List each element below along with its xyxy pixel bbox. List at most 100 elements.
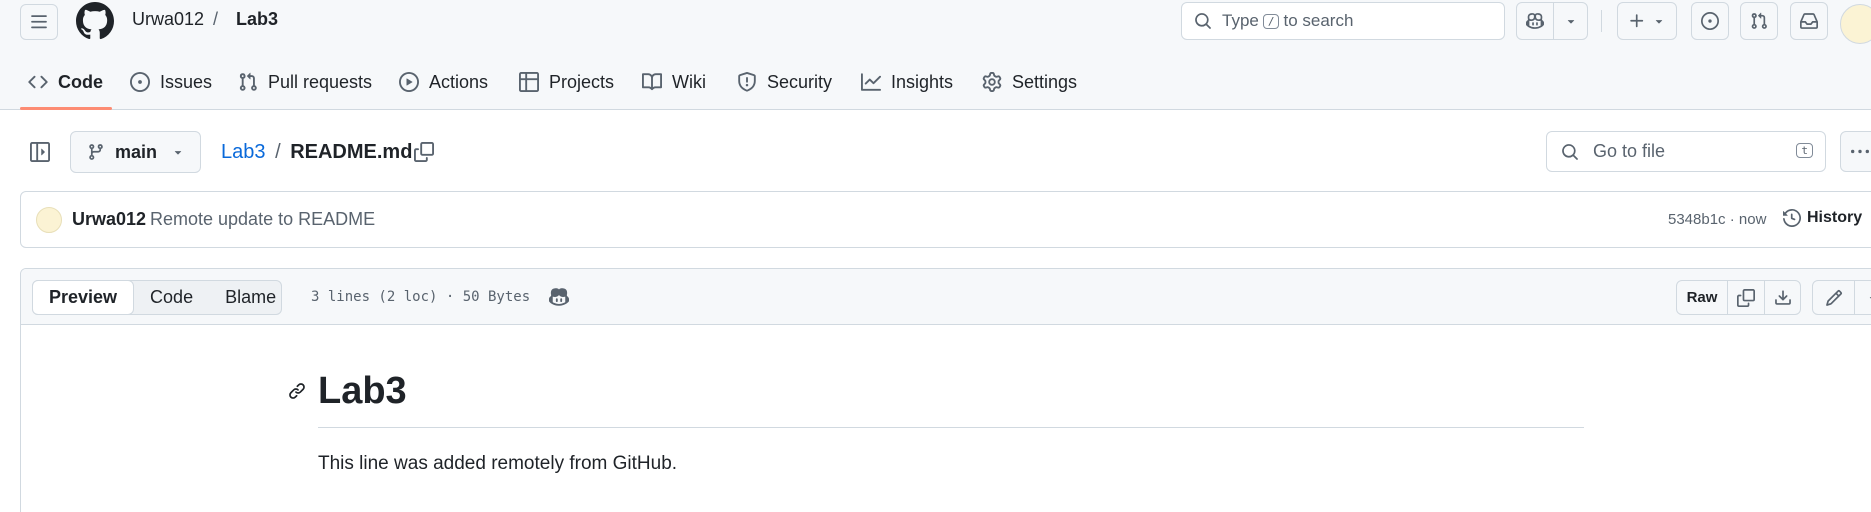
kebab-horizontal-icon [1851,149,1869,153]
tab-code-label: Code [58,71,103,92]
copilot-icon [549,288,569,306]
git-branch-icon [89,144,103,160]
heading-divider [318,427,1584,428]
copilot-button[interactable] [1517,3,1555,39]
commit-author-avatar[interactable] [36,207,62,233]
graph-icon [861,73,881,91]
branch-name: main [115,141,158,162]
history-label: History [1807,209,1863,226]
branch-selector-button[interactable]: main [70,131,201,173]
raw-actions-group: Raw [1676,280,1801,315]
breadcrumb-separator: / [213,9,219,29]
search-prefix: Type [1222,11,1259,30]
git-pull-request-icon [239,72,257,91]
search-suffix: to search [1283,11,1354,30]
copilot-explain-button[interactable] [546,284,572,310]
issue-opened-icon [1701,12,1719,30]
git-pull-request-icon [1751,12,1767,29]
triangle-down-icon [1655,20,1663,24]
tab-issues-label: Issues [160,71,213,92]
tab-code-underline [20,107,112,110]
table-icon [519,72,539,92]
file-viewer-header: Preview Code Blame 3 lines (2 loc) · 50 … [21,269,1871,325]
file-path-breadcrumb: Lab3 / README.md [221,141,412,164]
tab-security-label: Security [767,71,833,92]
issue-opened-icon [130,72,150,92]
search-icon [1195,13,1211,29]
header-divider [1601,10,1602,32]
sidebar-expand-icon [30,142,50,162]
tab-code[interactable]: Code [28,68,103,96]
breadcrumb-owner-link[interactable]: Urwa012 [132,9,204,30]
path-separator: / [275,141,281,163]
book-icon [642,73,662,91]
menu-button[interactable] [20,4,58,40]
play-icon [399,72,419,92]
copy-icon [1737,288,1755,307]
tab-issues[interactable]: Issues [130,68,212,96]
edit-actions-group [1812,280,1871,315]
edit-file-button[interactable] [1813,281,1855,314]
history-button[interactable]: History [1783,209,1862,227]
inbox-button[interactable] [1790,2,1828,40]
copy-icon [414,142,434,162]
issues-button[interactable] [1691,2,1729,40]
search-icon [1562,143,1578,160]
heading-anchor-link[interactable] [288,382,306,400]
tab-pull-requests-label: Pull requests [268,71,373,92]
more-options-button[interactable] [1840,131,1871,172]
create-new-button[interactable] [1617,2,1677,40]
tab-actions[interactable]: Actions [399,68,488,96]
tab-insights-label: Insights [891,71,954,92]
go-to-file-shortcut-key: t [1796,143,1813,158]
go-to-file-placeholder: Go to file [1593,141,1666,161]
tab-insights[interactable]: Insights [861,68,953,96]
download-raw-button[interactable] [1765,281,1800,314]
triangle-down-icon [1869,296,1871,299]
hamburger-icon [31,15,47,29]
link-icon [289,383,305,399]
toggle-file-tree-button[interactable] [28,140,52,164]
breadcrumb-repo-link[interactable]: Lab3 [236,9,278,30]
raw-button[interactable]: Raw [1677,281,1728,314]
tab-projects-label: Projects [549,71,615,92]
copy-path-button[interactable] [412,140,436,164]
tab-actions-label: Actions [429,71,489,92]
path-file-name: README.md [290,141,413,163]
go-to-file-input[interactable]: Go to file t [1546,131,1826,172]
edit-dropdown-button[interactable] [1855,281,1871,314]
copilot-button-group [1516,2,1588,40]
tab-settings-label: Settings [1012,71,1078,92]
search-input[interactable]: Type / to search [1181,2,1505,40]
inbox-icon [1800,13,1818,29]
tab-blame[interactable]: Blame [209,281,292,314]
commit-author-link[interactable]: Urwa012 [72,209,146,230]
commit-message-link[interactable]: Remote update to README [150,209,375,230]
path-repo-link[interactable]: Lab3 [221,141,266,163]
tab-wiki-label: Wiki [672,71,706,92]
download-icon [1774,289,1791,305]
history-icon [1783,209,1801,227]
shield-icon [738,72,756,92]
code-icon [28,75,48,89]
readme-paragraph: This line was added remotely from GitHub… [318,453,678,474]
gear-icon [982,72,1002,92]
tab-wiki[interactable]: Wiki [642,68,706,96]
commit-hash-time[interactable]: 5348b1c · now [1668,211,1766,228]
triangle-down-icon [1567,20,1574,24]
tab-security[interactable]: Security [737,68,832,96]
pencil-icon [1825,289,1842,306]
github-logo-icon[interactable] [76,2,114,40]
copilot-dropdown-button[interactable] [1554,3,1587,39]
search-shortcut-key: / [1262,13,1280,29]
file-meta-info: 3 lines (2 loc) · 50 Bytes [311,289,531,305]
tab-pull-requests[interactable]: Pull requests [238,68,372,96]
plus-icon [1630,14,1644,28]
tab-projects[interactable]: Projects [519,68,614,96]
view-mode-segmented-control: Preview Code Blame [32,280,282,315]
tab-settings[interactable]: Settings [982,68,1077,96]
pull-requests-button[interactable] [1740,2,1778,40]
tab-preview[interactable]: Preview [32,280,135,315]
copy-raw-button[interactable] [1728,281,1765,314]
tab-code-view[interactable]: Code [134,281,209,314]
